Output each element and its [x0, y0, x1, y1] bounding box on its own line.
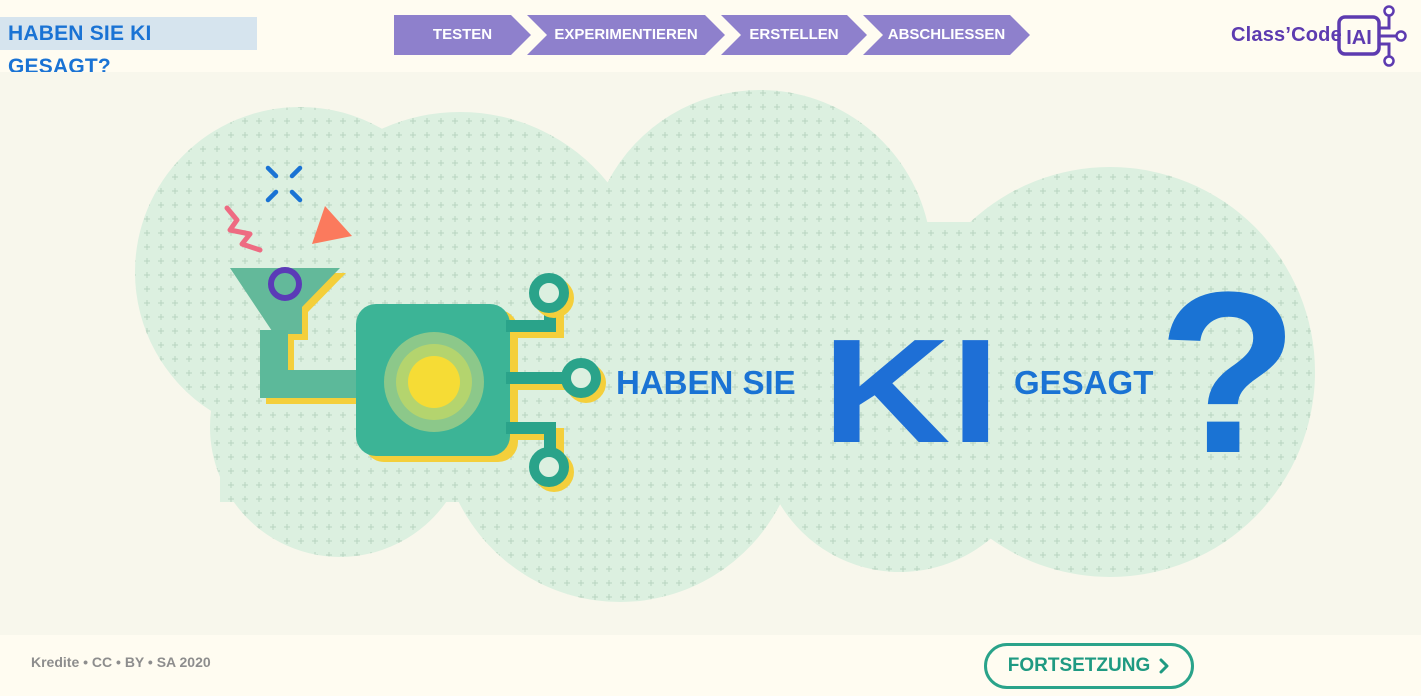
classcode-logo[interactable]: Class’Code IAI [1231, 4, 1411, 68]
hero-illustration: HABEN SIE KI GESAGT ? [135, 90, 1315, 602]
step-experimentieren[interactable]: EXPERIMENTIEREN [527, 15, 725, 55]
step-abschliessen[interactable]: ABSCHLIESSEN [863, 15, 1030, 55]
logo-badge-text: IAI [1346, 27, 1372, 49]
hero-stage: HABEN SIE KI GESAGT ? [0, 72, 1421, 635]
hero-text-left: HABEN SIE [616, 364, 796, 401]
hero-text-right: GESAGT [1014, 364, 1153, 401]
question-mark-icon: ? [1158, 244, 1299, 501]
continue-button[interactable]: FORTSETZUNG [984, 643, 1194, 689]
step-erstellen[interactable]: ERSTELLEN [721, 15, 867, 55]
page-title: HABEN SIE KI GESAGT? [0, 17, 257, 78]
hero-text-ki: KI [822, 309, 1000, 474]
continue-label: FORTSETZUNG [1007, 655, 1151, 676]
credits-link[interactable]: Kredite • CC • BY • SA 2020 [31, 654, 211, 670]
footer: Kredite • CC • BY • SA 2020 FORTSETZUNG [0, 635, 1421, 696]
step-testen[interactable]: TESTEN [394, 15, 531, 55]
iai-logo-icon: IAI [1337, 5, 1407, 67]
header: HABEN SIE KI GESAGT? TESTEN EXPERIMENTIE… [0, 0, 1421, 78]
chevron-right-icon [1159, 658, 1169, 674]
